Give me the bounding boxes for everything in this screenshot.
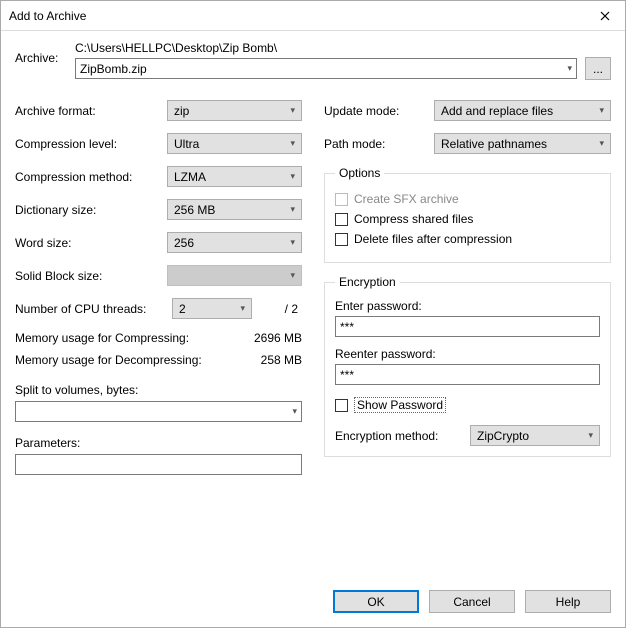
browse-button[interactable]: ... <box>585 57 611 80</box>
cancel-button[interactable]: Cancel <box>429 590 515 613</box>
archive-row: Archive: C:\Users\HELLPC\Desktop\Zip Bom… <box>15 41 611 80</box>
chevron-down-icon: ▾ <box>290 171 295 182</box>
encryption-group: Encryption Enter password: *** Reenter p… <box>324 275 611 457</box>
chevron-down-icon: ▾ <box>290 138 295 149</box>
right-column: Update mode: Add and replace files▾ Path… <box>324 100 611 574</box>
archive-filename-value: ZipBomb.zip <box>80 62 147 76</box>
chevron-down-icon: ▾ <box>588 430 593 441</box>
options-legend: Options <box>335 166 384 180</box>
cpu-total: / 2 <box>252 302 302 316</box>
mem-comp-value: 2696 MB <box>254 331 302 345</box>
delete-label: Delete files after compression <box>354 232 512 246</box>
window-title: Add to Archive <box>9 9 585 23</box>
sfx-checkbox <box>335 193 348 206</box>
dict-select[interactable]: 256 MB▾ <box>167 199 302 220</box>
options-group: Options Create SFX archive Compress shar… <box>324 166 611 263</box>
cpu-label: Number of CPU threads: <box>15 302 172 316</box>
level-label: Compression level: <box>15 137 167 151</box>
dict-label: Dictionary size: <box>15 203 167 217</box>
reenter-password-label: Reenter password: <box>335 347 600 361</box>
delete-checkbox[interactable] <box>335 233 348 246</box>
chevron-down-icon: ▾ <box>290 270 295 281</box>
chevron-down-icon: ▾ <box>567 63 572 74</box>
chevron-down-icon: ▾ <box>599 105 604 116</box>
mem-comp-label: Memory usage for Compressing: <box>15 331 189 345</box>
params-input[interactable] <box>15 454 302 475</box>
word-select[interactable]: 256▾ <box>167 232 302 253</box>
show-password-label: Show Password <box>354 397 446 413</box>
show-password-checkbox[interactable] <box>335 399 348 412</box>
help-button[interactable]: Help <box>525 590 611 613</box>
split-label: Split to volumes, bytes: <box>15 383 302 397</box>
level-select[interactable]: Ultra▾ <box>167 133 302 154</box>
ok-button[interactable]: OK <box>333 590 419 613</box>
mem-decomp-value: 258 MB <box>261 353 302 367</box>
solid-select: ▾ <box>167 265 302 286</box>
update-select[interactable]: Add and replace files▾ <box>434 100 611 121</box>
reenter-password-input[interactable]: *** <box>335 364 600 385</box>
enc-method-select[interactable]: ZipCrypto▾ <box>470 425 600 446</box>
close-button[interactable] <box>585 2 625 30</box>
sfx-label: Create SFX archive <box>354 192 459 206</box>
cpu-select[interactable]: 2▾ <box>172 298 252 319</box>
enter-password-input[interactable]: *** <box>335 316 600 337</box>
dialog-window: Add to Archive Archive: C:\Users\HELLPC\… <box>0 0 626 628</box>
encryption-legend: Encryption <box>335 275 400 289</box>
archive-filename-combo[interactable]: ZipBomb.zip ▾ <box>75 58 577 79</box>
chevron-down-icon: ▾ <box>240 303 245 314</box>
pathmode-select[interactable]: Relative pathnames▾ <box>434 133 611 154</box>
chevron-down-icon: ▾ <box>290 105 295 116</box>
enc-method-label: Encryption method: <box>335 429 470 443</box>
method-select[interactable]: LZMA▾ <box>167 166 302 187</box>
update-label: Update mode: <box>324 104 434 118</box>
titlebar: Add to Archive <box>1 1 625 31</box>
chevron-down-icon: ▾ <box>290 204 295 215</box>
close-icon <box>600 11 610 21</box>
word-label: Word size: <box>15 236 167 250</box>
chevron-down-icon: ▾ <box>599 138 604 149</box>
pathmode-label: Path mode: <box>324 137 434 151</box>
format-label: Archive format: <box>15 104 167 118</box>
method-label: Compression method: <box>15 170 167 184</box>
shared-checkbox[interactable] <box>335 213 348 226</box>
shared-label: Compress shared files <box>354 212 473 226</box>
mem-decomp-label: Memory usage for Decompressing: <box>15 353 202 367</box>
chevron-down-icon: ▾ <box>292 406 297 417</box>
archive-label: Archive: <box>15 41 75 65</box>
split-combo[interactable]: ▾ <box>15 401 302 422</box>
content-area: Archive: C:\Users\HELLPC\Desktop\Zip Bom… <box>1 31 625 582</box>
params-label: Parameters: <box>15 436 302 450</box>
format-select[interactable]: zip▾ <box>167 100 302 121</box>
archive-path: C:\Users\HELLPC\Desktop\Zip Bomb\ <box>75 41 611 55</box>
left-column: Archive format: zip▾ Compression level: … <box>15 100 302 574</box>
button-row: OK Cancel Help <box>1 582 625 627</box>
solid-label: Solid Block size: <box>15 269 167 283</box>
chevron-down-icon: ▾ <box>290 237 295 248</box>
enter-password-label: Enter password: <box>335 299 600 313</box>
